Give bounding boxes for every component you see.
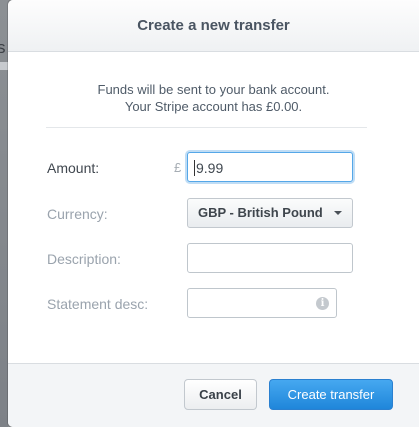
modal-title: Create a new transfer xyxy=(137,17,290,34)
currency-symbol: £ xyxy=(174,160,182,175)
currency-selected-value: GBP - British Pound xyxy=(198,205,323,220)
info-divider xyxy=(46,127,367,128)
page-backdrop: s xyxy=(0,0,8,427)
statement-desc-input[interactable]: i xyxy=(187,288,337,318)
info-icon[interactable]: i xyxy=(316,297,329,310)
modal-header: Create a new transfer xyxy=(8,0,419,52)
amount-row: Amount: £ 9.99 xyxy=(8,152,419,184)
create-transfer-button[interactable]: Create transfer xyxy=(269,379,393,410)
description-input[interactable] xyxy=(187,243,353,273)
description-label: Description: xyxy=(47,251,121,267)
currency-row: Currency: GBP - British Pound xyxy=(8,198,419,230)
statement-desc-label: Statement desc: xyxy=(47,296,149,312)
info-line-balance: Your Stripe account has £0.00. xyxy=(124,99,303,114)
modal-body: Funds will be sent to your bank account.… xyxy=(8,52,419,363)
currency-label: Currency: xyxy=(47,206,108,222)
amount-label: Amount: xyxy=(47,160,100,176)
description-row: Description: xyxy=(8,243,419,275)
cancel-button[interactable]: Cancel xyxy=(184,379,257,410)
amount-value: 9.99 xyxy=(196,160,224,176)
currency-select[interactable]: GBP - British Pound xyxy=(187,198,353,228)
text-caret xyxy=(194,160,195,176)
transfer-modal: Create a new transfer Funds will be sent… xyxy=(8,0,419,427)
chevron-down-icon xyxy=(334,211,342,215)
statement-desc-row: Statement desc: i xyxy=(8,288,419,320)
modal-footer: Cancel Create transfer xyxy=(8,363,419,427)
info-line-destination: Funds will be sent to your bank account. xyxy=(97,82,330,97)
backdrop-bar xyxy=(0,62,8,70)
amount-input[interactable]: 9.99 xyxy=(187,152,353,182)
backdrop-text-fragment: s xyxy=(0,38,6,57)
transfer-info: Funds will be sent to your bank account.… xyxy=(8,81,419,115)
